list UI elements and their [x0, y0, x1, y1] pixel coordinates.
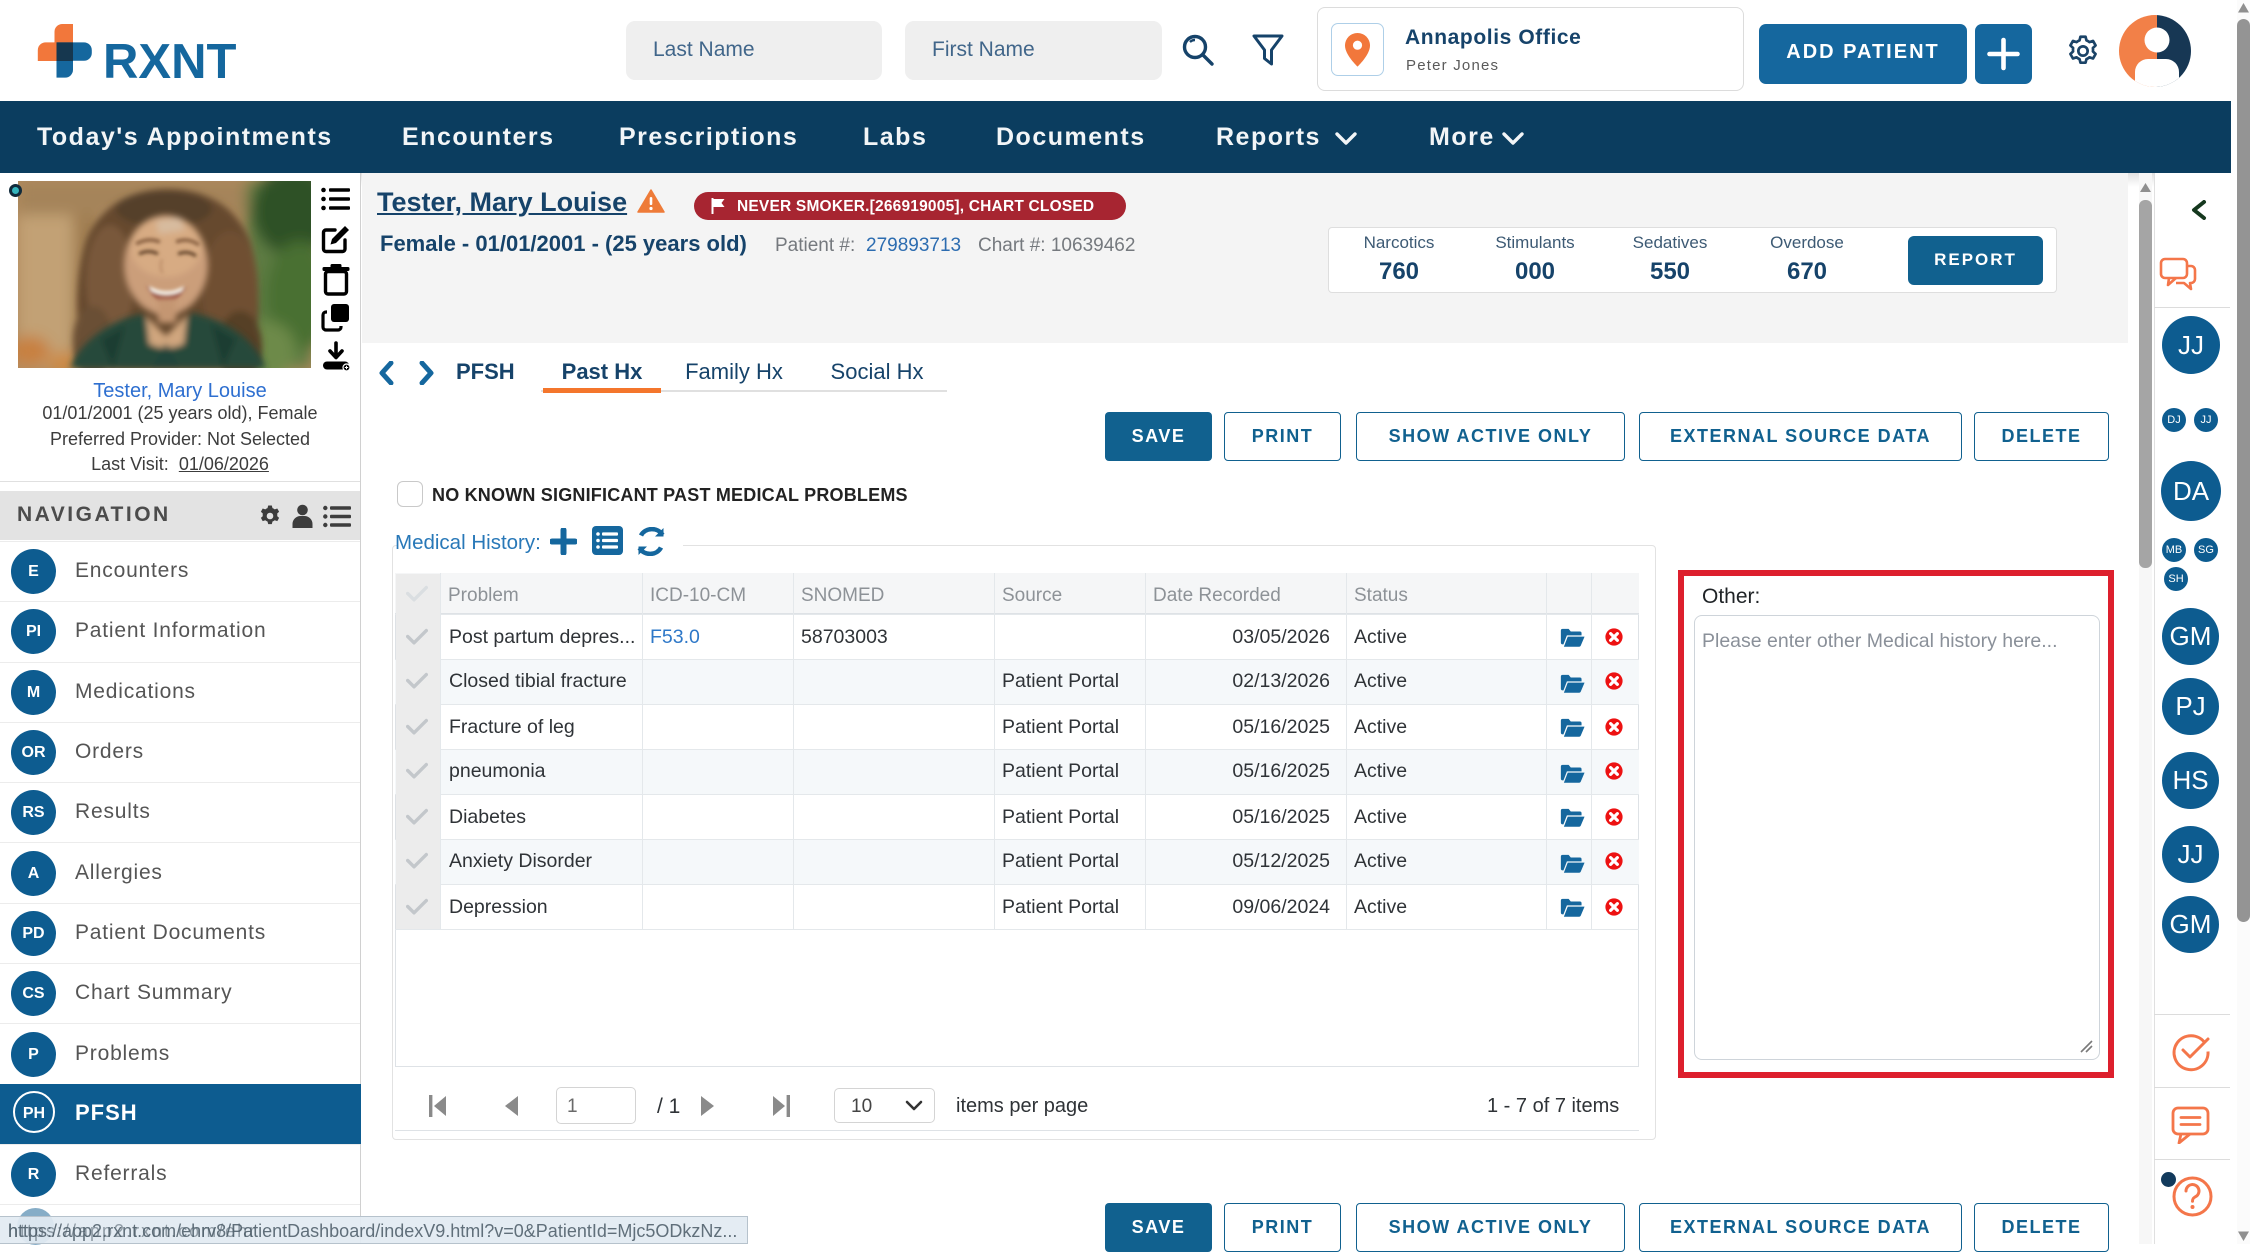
svg-text:RXNT: RXNT	[103, 35, 236, 81]
